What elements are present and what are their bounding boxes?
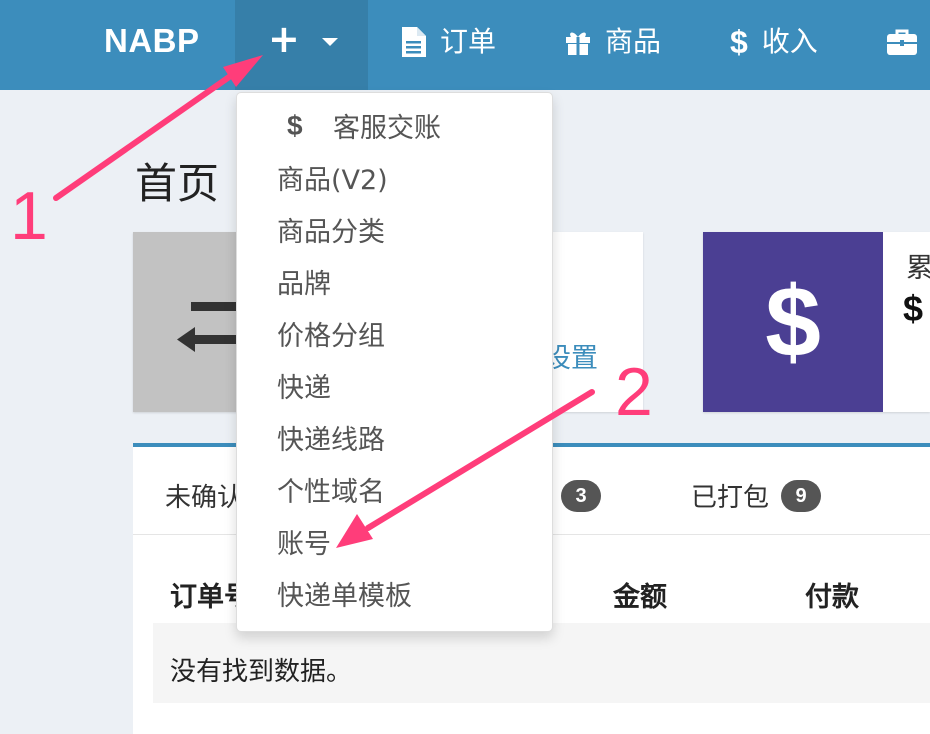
caret-down-icon[interactable] [322, 38, 338, 46]
briefcase-icon [887, 29, 917, 55]
table-empty-row: 没有找到数据。 [153, 623, 930, 703]
dollar-icon: $ [287, 110, 303, 141]
menu-item-account[interactable]: 账号 [277, 529, 331, 561]
menu-item-courier-route[interactable]: 快递线路 [277, 425, 385, 457]
add-dropdown-menu: $ 客服交账 商品(V2) 商品分类 品牌 价格分组 快递 快递线路 个性域名 … [236, 92, 553, 632]
menu-item-product-category[interactable]: 商品分类 [277, 217, 385, 249]
plus-icon[interactable]: + [268, 19, 300, 59]
add-menu-toggle[interactable] [235, 0, 368, 90]
annotation-step-2: 2 [615, 354, 653, 430]
nav-item-income[interactable]: $ 收入 [730, 22, 818, 62]
annotation-step-1: 1 [10, 178, 48, 254]
menu-item-products-v2[interactable]: 商品(V2) [277, 165, 388, 197]
file-icon [402, 27, 426, 57]
menu-item-cs-settlement[interactable]: 客服交账 [333, 113, 441, 145]
nav-item-misc[interactable] [887, 22, 930, 62]
column-header-amount[interactable]: 金额 [613, 575, 667, 614]
info-box-revenue: $ 累 $ [703, 232, 930, 412]
menu-item-brand[interactable]: 品牌 [277, 269, 331, 301]
empty-message: 没有找到数据。 [170, 657, 353, 687]
nav-item-products[interactable]: 商品 [565, 22, 661, 62]
menu-item-custom-domain[interactable]: 个性域名 [277, 477, 385, 509]
dollar-icon: $ [703, 232, 883, 412]
tab-packed[interactable]: 已打包 9 [691, 477, 822, 514]
menu-item-courier[interactable]: 快递 [277, 373, 331, 405]
brand-logo[interactable]: NABP [104, 22, 200, 60]
nav-item-label: 收入 [761, 25, 818, 58]
top-navbar: NABP + 订单 商品 $ 收入 [0, 0, 930, 90]
menu-item-price-group[interactable]: 价格分组 [277, 321, 385, 353]
gift-icon [565, 29, 591, 55]
tab-unconfirmed[interactable]: 未确认 [165, 477, 243, 514]
count-badge: 9 [781, 479, 822, 512]
tab-label: 已打包 [691, 483, 770, 513]
revenue-label: 累 [906, 253, 930, 284]
nav-item-orders[interactable]: 订单 [402, 22, 496, 62]
exchange-icon [177, 302, 237, 352]
tab-label: 未确认 [165, 483, 244, 513]
menu-item-waybill-template[interactable]: 快递单模板 [277, 581, 412, 613]
nav-item-label: 订单 [440, 25, 497, 58]
nav-item-label: 商品 [605, 25, 662, 58]
revenue-value: $ [903, 288, 924, 329]
page-title: 首页 [135, 159, 220, 208]
column-header-payment[interactable]: 付款 [805, 575, 859, 614]
dollar-icon: $ [730, 24, 748, 60]
count-badge: 3 [561, 479, 602, 512]
